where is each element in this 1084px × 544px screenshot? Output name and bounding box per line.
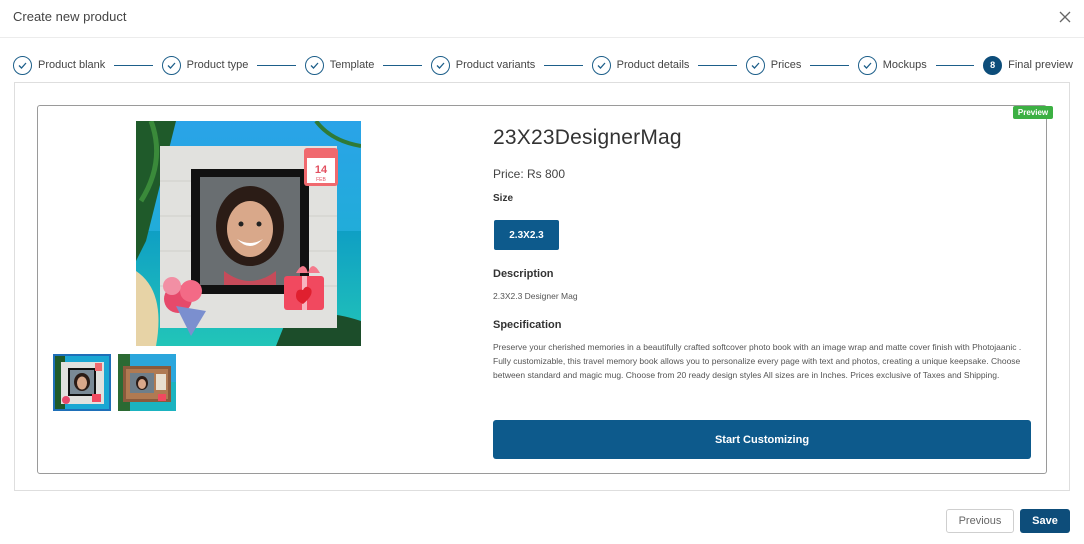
step-number: 8 bbox=[983, 55, 1003, 75]
start-customizing-button[interactable]: Start Customizing bbox=[493, 420, 1031, 459]
check-icon bbox=[745, 55, 765, 75]
modal-header: Create new product bbox=[0, 0, 1084, 38]
size-label: Size bbox=[493, 193, 514, 204]
specification-text: Preserve your cherished memories in a be… bbox=[493, 342, 1022, 380]
step-template[interactable]: Template bbox=[304, 55, 375, 75]
check-icon bbox=[430, 55, 450, 75]
size-option-button[interactable]: 2.3X2.3 bbox=[494, 220, 559, 250]
previous-button[interactable]: Previous bbox=[946, 509, 1014, 533]
stepper: Product blank Product type Template Prod… bbox=[13, 54, 1073, 76]
step-label: Prices bbox=[770, 59, 802, 71]
product-thumbnail-2[interactable] bbox=[118, 354, 176, 411]
step-connector bbox=[383, 64, 422, 66]
product-thumbnail-1[interactable] bbox=[53, 354, 111, 411]
modal-title: Create new product bbox=[13, 9, 127, 24]
step-final-preview[interactable]: 8 Final preview bbox=[983, 55, 1073, 75]
preview-badge: Preview bbox=[1013, 106, 1053, 119]
specification-heading: Specification bbox=[493, 319, 562, 331]
step-label: Product blank bbox=[38, 59, 106, 71]
step-product-variants[interactable]: Product variants bbox=[430, 55, 536, 75]
svg-text:14: 14 bbox=[315, 164, 328, 176]
step-label: Final preview bbox=[1008, 59, 1073, 71]
check-icon bbox=[304, 55, 324, 75]
step-product-type[interactable]: Product type bbox=[161, 55, 249, 75]
step-label: Template bbox=[329, 59, 375, 71]
step-label: Mockups bbox=[882, 59, 927, 71]
check-icon bbox=[13, 55, 32, 75]
step-connector bbox=[698, 64, 737, 66]
step-connector bbox=[935, 64, 975, 66]
step-prices[interactable]: Prices bbox=[745, 55, 802, 75]
check-icon bbox=[857, 55, 877, 75]
step-label: Product variants bbox=[455, 59, 536, 71]
step-mockups[interactable]: Mockups bbox=[857, 55, 927, 75]
close-icon[interactable] bbox=[1056, 8, 1074, 26]
step-label: Product details bbox=[616, 59, 690, 71]
step-label: Product type bbox=[186, 59, 249, 71]
step-connector bbox=[810, 64, 849, 66]
product-price: Price: Rs 800 bbox=[493, 167, 566, 181]
step-connector bbox=[257, 64, 296, 66]
svg-text:FEB: FEB bbox=[316, 177, 326, 183]
description-text: 2.3X2.3 Designer Mag bbox=[493, 291, 578, 301]
check-icon bbox=[591, 55, 611, 75]
step-product-details[interactable]: Product details bbox=[591, 55, 690, 75]
product-title: 23X23DesignerMag bbox=[493, 126, 682, 149]
step-product-blank[interactable]: Product blank bbox=[13, 55, 106, 75]
product-main-image: 14 FEB bbox=[136, 121, 361, 346]
check-icon bbox=[161, 55, 181, 75]
description-heading: Description bbox=[493, 268, 554, 280]
step-connector bbox=[114, 64, 153, 66]
step-connector bbox=[544, 64, 583, 66]
save-button[interactable]: Save bbox=[1020, 509, 1070, 533]
